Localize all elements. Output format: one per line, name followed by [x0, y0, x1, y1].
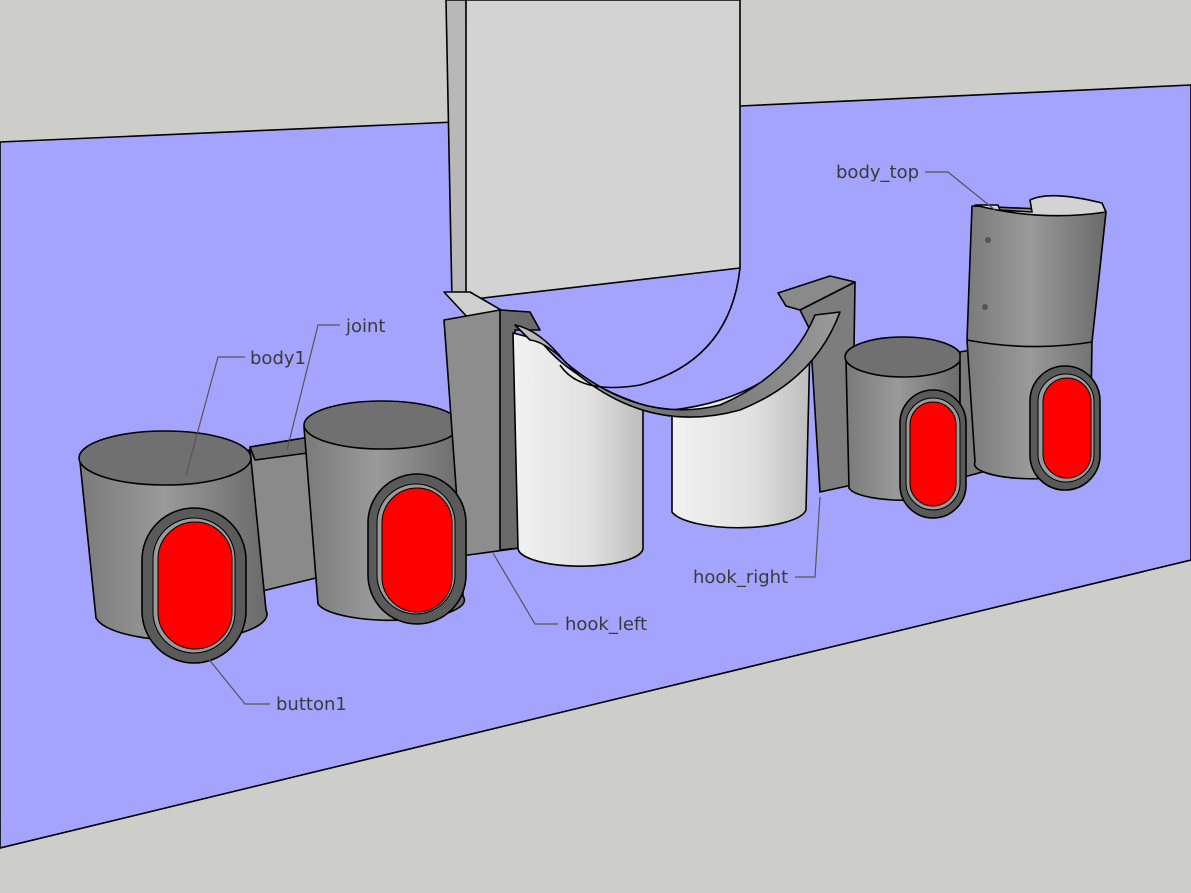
label-body1: body1	[250, 348, 306, 369]
screw-hole-icon	[985, 237, 991, 243]
label-body-top: body_top	[836, 162, 919, 183]
button-right	[899, 389, 967, 519]
label-hook-left: hook_left	[565, 614, 647, 635]
button1	[141, 507, 247, 664]
label-joint: joint	[345, 316, 385, 337]
vacuum-tube	[443, 0, 741, 321]
screw-hole-icon	[982, 304, 988, 310]
model-viewport[interactable]: body1 joint body_top hook_left hook_righ…	[0, 0, 1191, 893]
button-top	[1029, 365, 1101, 491]
label-button1: button1	[276, 694, 347, 715]
button-second-left	[367, 473, 467, 625]
label-hook-right: hook_right	[693, 567, 788, 588]
3d-scene[interactable]: body1 joint body_top hook_left hook_righ…	[0, 0, 1191, 893]
